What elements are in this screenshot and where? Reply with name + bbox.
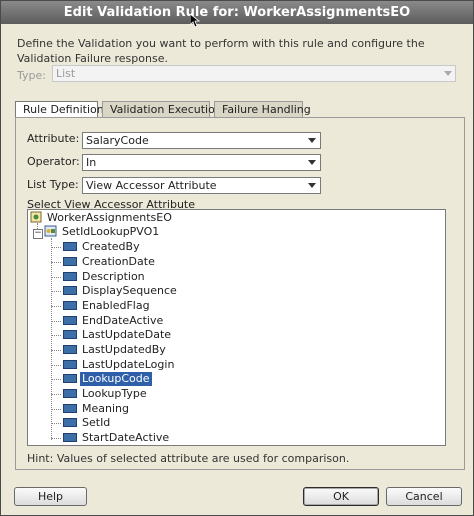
chevron-down-icon — [308, 138, 316, 143]
list-type-select[interactable]: View Accessor Attribute — [82, 177, 321, 194]
tree-node-label: WorkerAssignmentsEO — [47, 211, 172, 224]
type-label: Type: — [17, 69, 46, 82]
chevron-down-icon — [444, 71, 452, 76]
chevron-down-icon — [308, 183, 316, 188]
ok-button[interactable]: OK — [303, 487, 379, 506]
attribute-icon — [63, 388, 77, 398]
attribute-icon — [63, 271, 77, 281]
attribute-value: SalaryCode — [86, 134, 149, 147]
tree-node-attribute[interactable]: SetId — [63, 416, 112, 430]
tree-node-attribute[interactable]: DisplaySequence — [63, 284, 179, 298]
tree-node-attribute[interactable]: CreationDate — [63, 255, 157, 269]
tree-node-label: SetIdLookupPVO1 — [62, 225, 160, 238]
attribute-select[interactable]: SalaryCode — [82, 132, 321, 149]
operator-label: Operator: — [27, 155, 80, 168]
attribute-icon — [63, 359, 77, 369]
attribute-icon — [63, 256, 77, 266]
cancel-button[interactable]: Cancel — [386, 487, 462, 506]
collapse-icon[interactable]: − — [33, 229, 43, 239]
dialog-title: Edit Validation Rule for: WorkerAssignme… — [1, 1, 473, 24]
attribute-icon — [63, 432, 77, 442]
tab-failure-handling[interactable]: Failure Handling — [214, 101, 311, 117]
tree-node-attribute[interactable]: CreatedBy — [63, 240, 142, 254]
tree-node-attribute[interactable]: Meaning — [63, 402, 131, 416]
tree-node-attribute[interactable]: Description — [63, 270, 147, 284]
tab-rule-definition[interactable]: Rule Definition — [15, 101, 104, 118]
type-select[interactable]: List — [52, 65, 456, 82]
tree-node-attribute[interactable]: LastUpdateLogin — [63, 358, 176, 372]
list-type-value: View Accessor Attribute — [86, 179, 217, 192]
attribute-icon — [63, 373, 77, 383]
attribute-icon — [63, 344, 77, 354]
mouse-pointer-icon — [190, 14, 200, 28]
view-accessor-tree[interactable]: WorkerAssignmentsEO − SetIdLookupPVO1 Cr… — [27, 209, 446, 446]
attribute-icon — [63, 300, 77, 310]
tree-node-attribute[interactable]: EndDateActive — [63, 314, 165, 328]
operator-select[interactable]: In — [82, 154, 321, 171]
attribute-icon — [63, 329, 77, 339]
tree-node-attribute-selected[interactable]: LookupCode — [63, 371, 153, 387]
validation-rule-dialog: Edit Validation Rule for: WorkerAssignme… — [0, 0, 474, 516]
view-object-icon — [44, 225, 57, 237]
tree-node-attribute[interactable]: EnabledFlag — [63, 299, 152, 313]
entity-object-icon — [30, 211, 42, 223]
tree-node-accessor[interactable]: SetIdLookupPVO1 — [44, 225, 161, 239]
attribute-icon — [63, 417, 77, 427]
type-value: List — [56, 67, 76, 80]
attribute-label: Attribute: — [27, 132, 80, 145]
chevron-down-icon — [308, 160, 316, 165]
attribute-icon — [63, 241, 77, 251]
tree-node-attribute[interactable]: StartDateActive — [63, 431, 171, 445]
hint-text: Hint: Values of selected attribute are u… — [27, 452, 350, 465]
tree-node-attribute[interactable]: LastUpdatedBy — [63, 343, 168, 357]
attribute-icon — [63, 285, 77, 295]
tab-validation-execution[interactable]: Validation Execution — [102, 101, 222, 117]
help-button[interactable]: Help — [14, 487, 87, 506]
list-type-label: List Type: — [27, 178, 79, 191]
operator-value: In — [86, 156, 97, 169]
tree-node-attribute[interactable]: LastUpdateDate — [63, 328, 173, 342]
dialog-description: Define the Validation you want to perfor… — [17, 37, 425, 65]
tree-node-root[interactable]: WorkerAssignmentsEO — [30, 211, 174, 225]
attribute-icon — [63, 403, 77, 413]
tree-node-attribute[interactable]: LookupType — [63, 387, 149, 401]
attribute-icon — [63, 315, 77, 325]
